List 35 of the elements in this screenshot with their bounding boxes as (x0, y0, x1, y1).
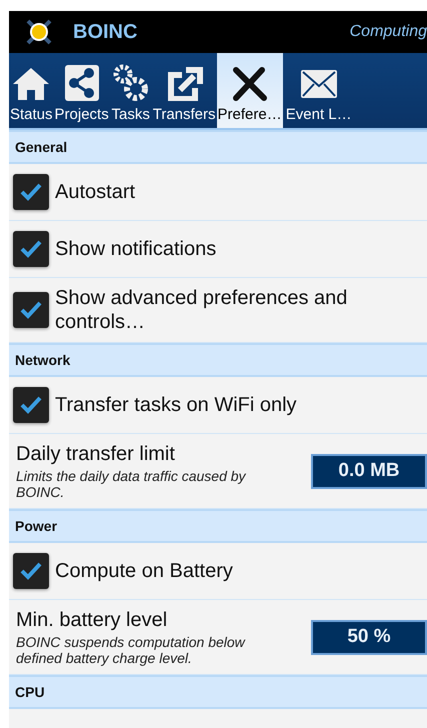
app-logo-icon (25, 18, 53, 46)
setting-description: Limits the daily data traffic caused by BOINC. (16, 468, 247, 500)
checkbox[interactable] (13, 231, 49, 267)
setting-label: Compute on Battery (55, 559, 233, 583)
check-icon (20, 240, 42, 258)
tab[interactable]: Status (9, 53, 54, 128)
setting-description: BOINC suspends computation below defined battery charge level. (16, 634, 246, 666)
setting-label: Autostart (55, 180, 136, 204)
value-button[interactable]: 0.0 MB (311, 454, 427, 488)
checkbox[interactable] (13, 387, 49, 423)
status-text: Computing (350, 23, 427, 41)
tab[interactable]: Projects (54, 53, 110, 128)
setting-label: Min. battery level (16, 608, 168, 632)
check-icon (20, 301, 42, 319)
check-icon (20, 396, 42, 414)
checkbox[interactable] (13, 292, 49, 328)
tab[interactable]: Event L… (282, 53, 355, 128)
check-icon (20, 562, 42, 580)
section-header: General (9, 130, 427, 164)
app-title: BOINC (73, 20, 138, 44)
checkbox[interactable] (13, 553, 49, 589)
setting-label: Transfer tasks on WiFi only (55, 393, 297, 417)
section-header: CPU (9, 675, 427, 709)
tab[interactable]: Prefere… (216, 53, 283, 128)
section-header: Power (9, 509, 427, 543)
tab[interactable]: Transfers (152, 53, 217, 128)
check-icon (20, 183, 42, 201)
setting-label: Show advanced preferences and controls… (55, 286, 348, 334)
value-button[interactable]: 50 % (311, 620, 427, 654)
setting-label: Show notifications (55, 237, 216, 261)
tab[interactable]: Tasks (110, 53, 152, 128)
section-header: Network (9, 343, 427, 377)
setting-label: Daily transfer limit (16, 442, 176, 466)
gears-icon (110, 64, 151, 102)
checkbox[interactable] (13, 174, 49, 210)
